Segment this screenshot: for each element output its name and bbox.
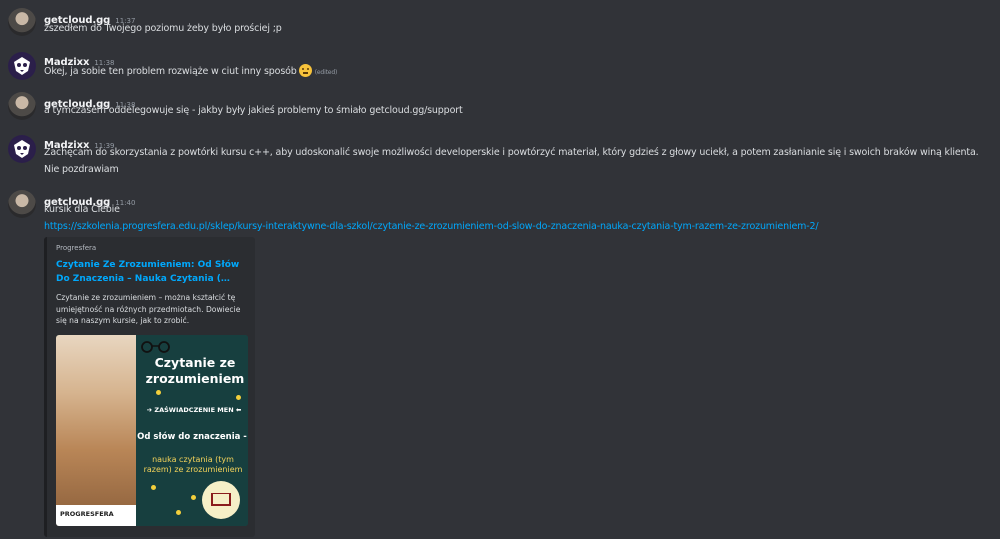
message-text-content: Okej, ja sobie ten problem rozwiąże w ci… (44, 66, 297, 77)
progresfera-logo: PROGRESFERA (56, 505, 136, 526)
decor-dot (176, 510, 181, 515)
thumbnail-badge: ➔ ZAŚWIADCZENIE MEN ⬅ (138, 406, 248, 414)
edited-label: (edited) (314, 69, 338, 76)
embed-description: Czytanie ze zrozumieniem – można kształc… (56, 293, 241, 325)
avatar[interactable] (8, 8, 36, 36)
book-icon (202, 481, 240, 519)
message-text: Okej, ja sobie ten problem rozwiąże w ci… (44, 64, 337, 77)
message-text: Zachęcam do skorzystania z powtórki kurs… (44, 147, 979, 158)
skull-logo-icon (9, 53, 35, 79)
decor-dot (151, 485, 156, 490)
message-text: Nie pozdrawiam (44, 164, 119, 175)
message-link[interactable]: https://szkolenia.progresfera.edu.pl/skl… (44, 221, 819, 232)
avatar[interactable] (8, 190, 36, 218)
avatar[interactable] (8, 52, 36, 80)
decor-dot (191, 495, 196, 500)
skull-logo-icon (9, 136, 35, 162)
thumbnail-subtitle: Od słów do znaczenia - (137, 432, 247, 442)
glasses-icon (141, 341, 170, 353)
decor-dot (156, 390, 161, 395)
decor-dot (236, 395, 241, 400)
thumbnail-title: Czytanie ze zrozumieniem (145, 355, 245, 386)
embed-thumbnail[interactable]: Czytanie ze zrozumieniem ➔ ZAŚWIADCZENIE… (56, 335, 248, 526)
link-embed: Progresfera Czytanie Ze Zrozumieniem: Od… (44, 237, 255, 537)
message-text: kursik dla Ciebie (44, 204, 120, 215)
avatar[interactable] (8, 92, 36, 120)
embed-title[interactable]: Czytanie Ze Zrozumieniem: Od Słów Do Zna… (56, 258, 246, 286)
logo-text: PROGRESFERA (60, 510, 114, 518)
thumbnail-subtitle-2: nauka czytania (tym razem) ze zrozumieni… (143, 455, 243, 474)
thumbnail-badge-text: ZAŚWIADCZENIE MEN (154, 406, 234, 414)
message-text: zszedłem do Twojego poziomu żeby było pr… (44, 23, 282, 34)
message-text: a tymczasem oddelegowuje się - jakby był… (44, 105, 463, 116)
face-emoji-icon (298, 64, 312, 77)
avatar[interactable] (8, 135, 36, 163)
reading-photo (56, 335, 136, 526)
arrow-left-icon: ⬅ (233, 406, 242, 414)
embed-provider[interactable]: Progresfera (56, 244, 96, 252)
